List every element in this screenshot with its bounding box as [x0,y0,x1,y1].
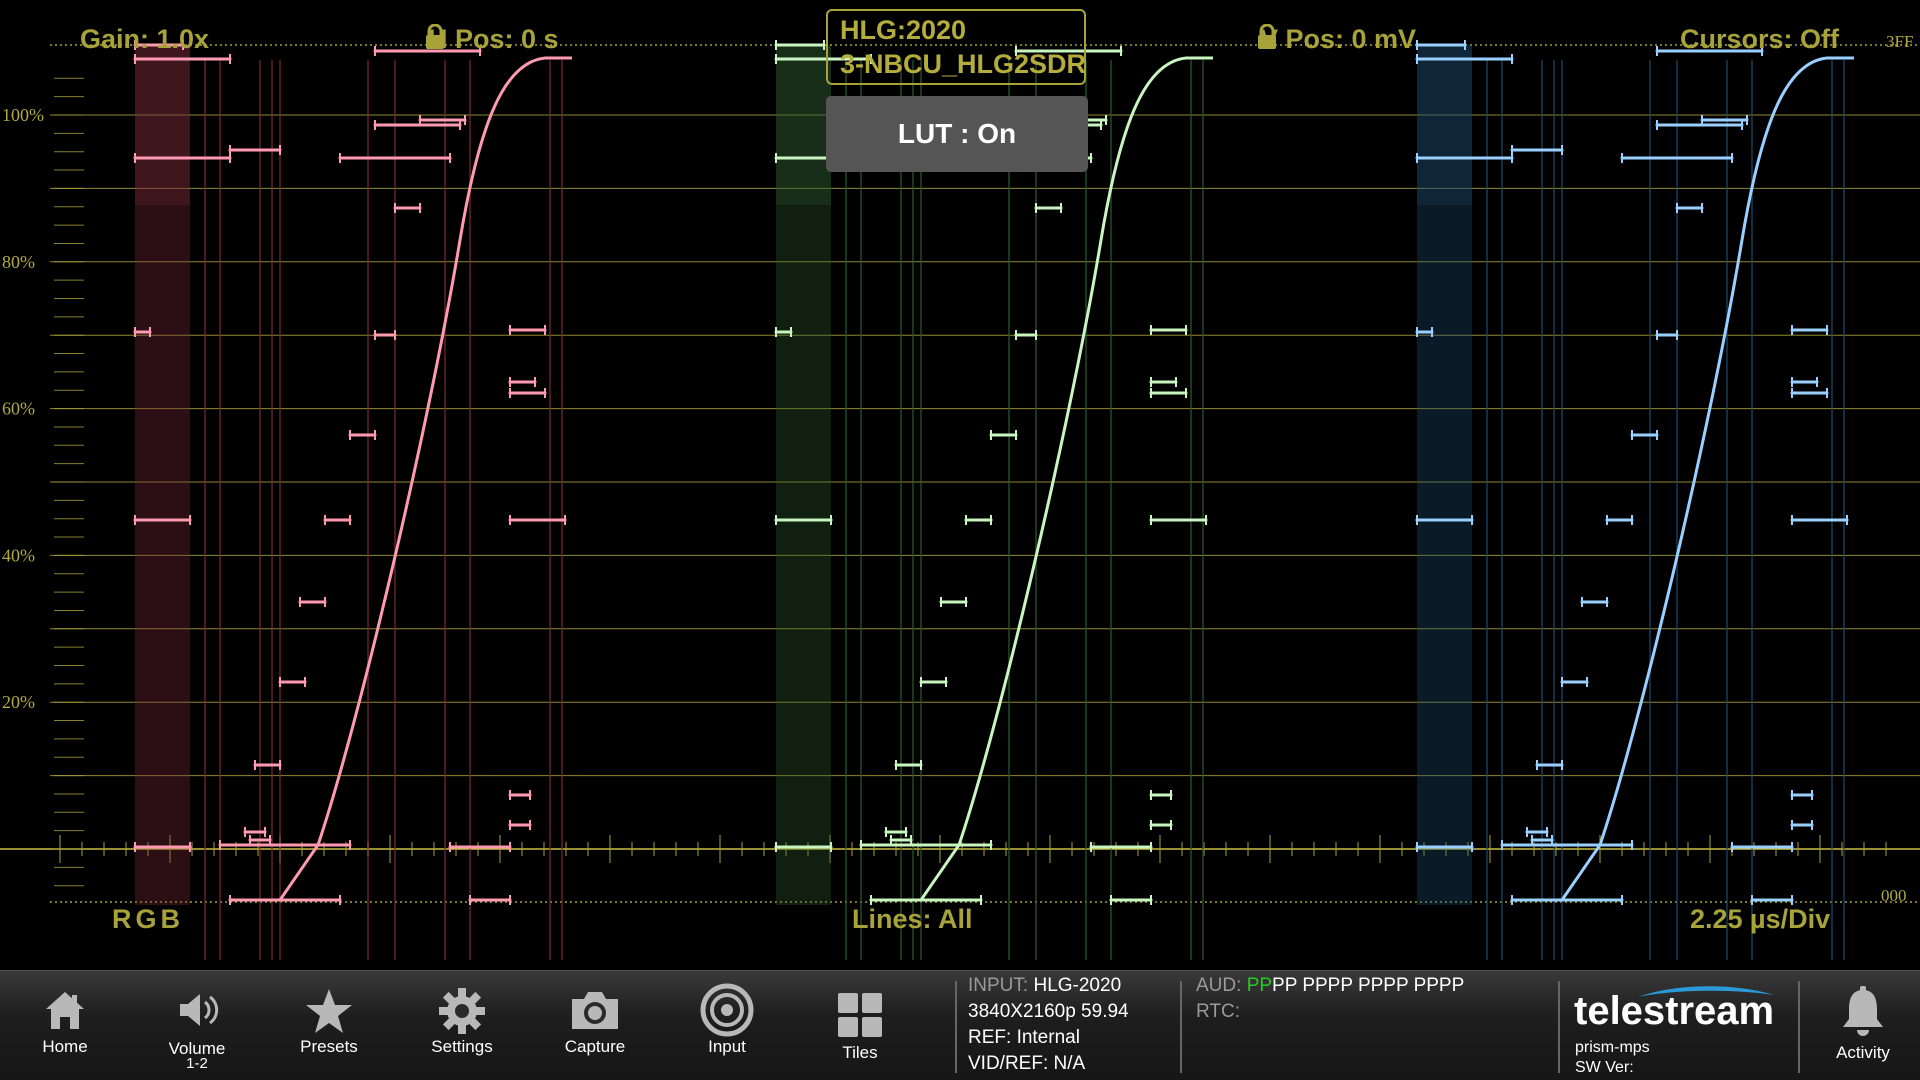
star-icon [304,987,354,1040]
aud-ok-pairs: PP [1246,975,1273,996]
product-name: prism-mps [1575,1039,1650,1056]
y-axis-label: 60% [2,399,35,419]
gain-readout[interactable]: Gain: 1.0x [80,24,209,55]
activity-button[interactable]: Activity [1803,971,1920,1080]
tiles-label: Tiles [842,1043,878,1062]
bell-icon [1841,985,1885,1042]
divider [1798,981,1800,1073]
timebase-readout[interactable]: 2.25 µs/Div [1690,904,1830,935]
y-axis-label: 40% [2,545,35,565]
format-selector[interactable]: HLG:2020 3-NBCU_HLG2SDR [826,9,1086,85]
mode-readout[interactable]: RGB [112,904,184,935]
bottom-toolbar: Home Volume 1-2 Presets Settings Capture… [0,970,1920,1080]
vidref-value: N/A [1053,1053,1086,1074]
format-line2: 3-NBCU_HLG2SDR [840,49,1086,79]
input-button[interactable]: Input [667,971,787,1080]
format-line1: HLG:2020 [840,15,967,45]
vidref-key: VID/REF: [968,1053,1049,1074]
red-channel-ramp [278,56,572,901]
audio-status-panel: AUD: PPPP PPPP PPPP PPPP RTC: [1196,973,1464,1025]
bottom-code-value: 000 [1881,886,1907,905]
lut-toggle-button[interactable]: LUT : On [826,96,1088,172]
blue-channel-ramp [1560,56,1854,901]
blue-channel-haze [1417,45,1472,205]
ref-value: Internal [1016,1027,1080,1048]
h-pos-text: H Pos: 0 s [428,24,559,54]
settings-button[interactable]: Settings [402,971,522,1080]
h-pos-readout[interactable]: H Pos: 0 s [424,24,559,55]
tiles-button[interactable]: Tiles [800,971,920,1080]
v-pos-text: V Pos: 0 mV [1260,24,1417,54]
cursors-readout[interactable]: Cursors: Off [1680,24,1839,55]
settings-label: Settings [431,1037,493,1056]
top-code-value: 3FF [1886,32,1914,51]
gear-icon [438,987,486,1040]
home-icon [42,987,88,1038]
home-label: Home [42,1037,88,1056]
y-axis-label: 20% [2,692,35,712]
capture-button[interactable]: Capture [535,971,655,1080]
divider [1558,981,1560,1073]
speaker-icon [174,987,220,1038]
tiles-icon [836,991,884,1044]
activity-label: Activity [1836,1043,1890,1062]
input-target-icon [700,983,754,1042]
waveform-display[interactable]: 100% 80% 60% 40% 20% Gain: 1.0x H Pos: 0 s V… [0,0,1920,968]
presets-button[interactable]: Presets [269,971,389,1080]
divider [1180,981,1182,1073]
aud-pairs: PP PPPP PPPP PPPP [1272,975,1465,996]
waveform-monitor-screen: 100% 80% 60% 40% 20% Gain: 1.0x H Pos: 0 s V… [0,0,1920,1080]
rtc-key: RTC: [1196,1001,1240,1022]
green-channel-ramp [919,56,1213,901]
signal-status-panel: INPUT: HLG-2020 3840X2160p 59.94 REF: In… [968,973,1129,1077]
camera-icon [568,987,622,1038]
volume-sub-label: 1-2 [186,1055,208,1072]
video-format-value: 3840X2160p 59.94 [968,1001,1129,1022]
sw-version: SW Ver: [1575,1059,1634,1076]
aud-key: AUD: [1196,975,1242,996]
red-channel-haze [135,45,190,205]
presets-label: Presets [300,1037,358,1056]
lines-readout[interactable]: Lines: All [852,904,973,935]
v-pos-readout[interactable]: V Pos: 0 mV [1256,24,1416,55]
y-axis-label: 100% [2,105,44,125]
input-value: HLG-2020 [1033,975,1122,996]
volume-button[interactable]: Volume 1-2 [137,971,257,1080]
green-channel-haze [776,45,831,205]
input-key: INPUT: [968,975,1029,996]
divider [955,981,957,1073]
capture-label: Capture [564,1037,626,1056]
home-button[interactable]: Home [5,971,125,1080]
ref-key: REF: [968,1027,1012,1048]
y-axis-label: 80% [2,252,35,272]
input-label: Input [708,1037,746,1056]
brand-name: telestream [1574,989,1775,1033]
